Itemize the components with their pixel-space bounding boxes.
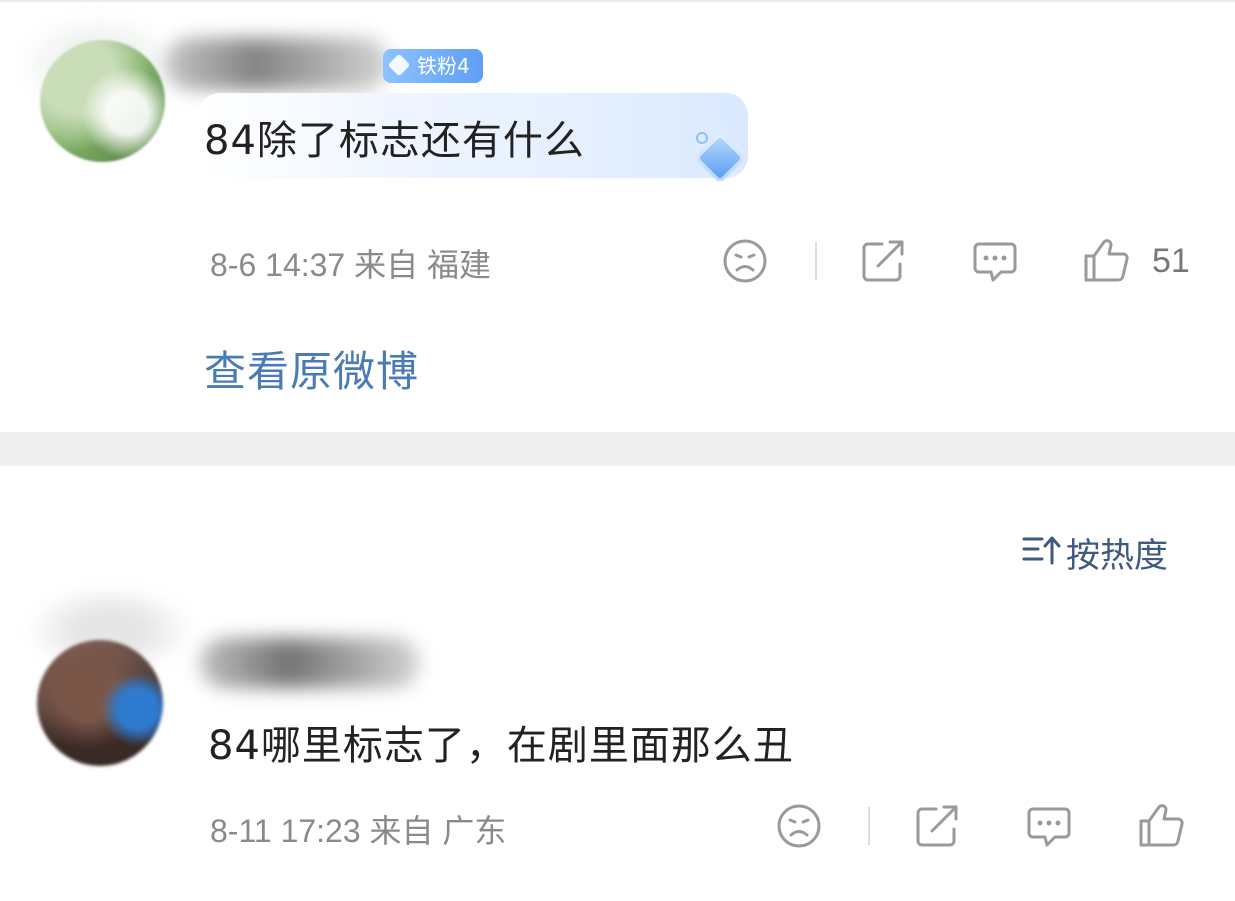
comment-meta: 8-11 17:23 来自 广东 <box>210 813 507 849</box>
like-count: 51 <box>1152 242 1190 280</box>
comment-text: 84除了标志还有什么 <box>204 118 585 164</box>
sort-by-hot-button[interactable]: 按热度 <box>1022 530 1168 576</box>
avatar[interactable] <box>37 640 163 766</box>
thumbs-up-icon[interactable] <box>1082 236 1132 284</box>
share-icon[interactable] <box>860 238 908 284</box>
share-icon[interactable] <box>914 803 962 849</box>
comment-icon[interactable] <box>971 238 1019 284</box>
unhappy-face-icon[interactable] <box>776 803 822 849</box>
comment-meta: 8-6 14:37 来自 福建 <box>210 247 492 283</box>
section-divider <box>0 432 1235 466</box>
username-blurred[interactable] <box>165 38 390 90</box>
comment-icon[interactable] <box>1025 803 1073 849</box>
view-original-link[interactable]: 查看原微博 <box>204 338 419 399</box>
fan-badge: 铁粉4 <box>383 49 483 83</box>
separator <box>815 242 817 280</box>
thumbs-up-icon[interactable] <box>1137 801 1187 849</box>
username-blurred[interactable] <box>200 638 420 688</box>
diamond-icon <box>387 53 411 77</box>
sort-icon <box>1022 533 1062 571</box>
bubble-decoration <box>696 132 708 144</box>
comment-text: 84哪里标志了，在剧里面那么丑 <box>208 723 794 769</box>
sort-label: 按热度 <box>1066 535 1168 576</box>
separator <box>868 807 870 845</box>
unhappy-face-icon[interactable] <box>722 238 768 284</box>
avatar[interactable] <box>40 40 165 162</box>
top-divider <box>0 0 1235 2</box>
fan-badge-label: 铁粉4 <box>417 54 470 78</box>
